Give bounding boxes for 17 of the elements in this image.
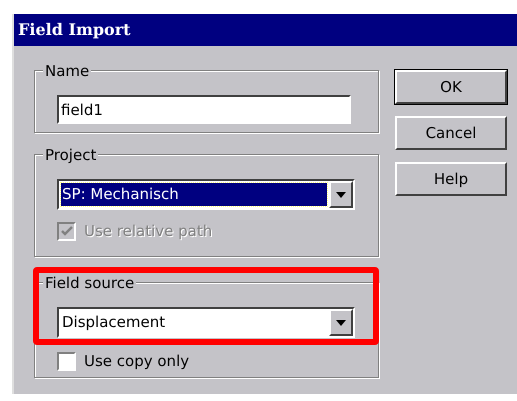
checkmark-icon <box>60 226 72 236</box>
dropdown-arrow-button[interactable] <box>329 309 353 336</box>
window-title: Field Import <box>18 19 131 41</box>
dialog-button[interactable]: Help <box>395 162 507 196</box>
caret-icon <box>336 192 346 198</box>
checkbox-label: Use copy only <box>84 351 190 372</box>
name-field[interactable]: field1 <box>57 95 351 124</box>
checkbox[interactable] <box>57 352 76 371</box>
caret-icon <box>336 320 346 326</box>
dropdown-arrow-button[interactable] <box>329 181 353 208</box>
dropdown[interactable]: SP: Mechanisch <box>57 179 355 210</box>
dropdown-value: Displacement <box>61 312 166 333</box>
dropdown-value: SP: Mechanisch <box>61 183 327 206</box>
dialog-button[interactable]: OK <box>395 70 507 104</box>
checkbox-label: Use relative path <box>84 221 212 242</box>
dropdown[interactable]: Displacement <box>57 307 355 338</box>
dialog-button[interactable]: Cancel <box>395 116 507 150</box>
